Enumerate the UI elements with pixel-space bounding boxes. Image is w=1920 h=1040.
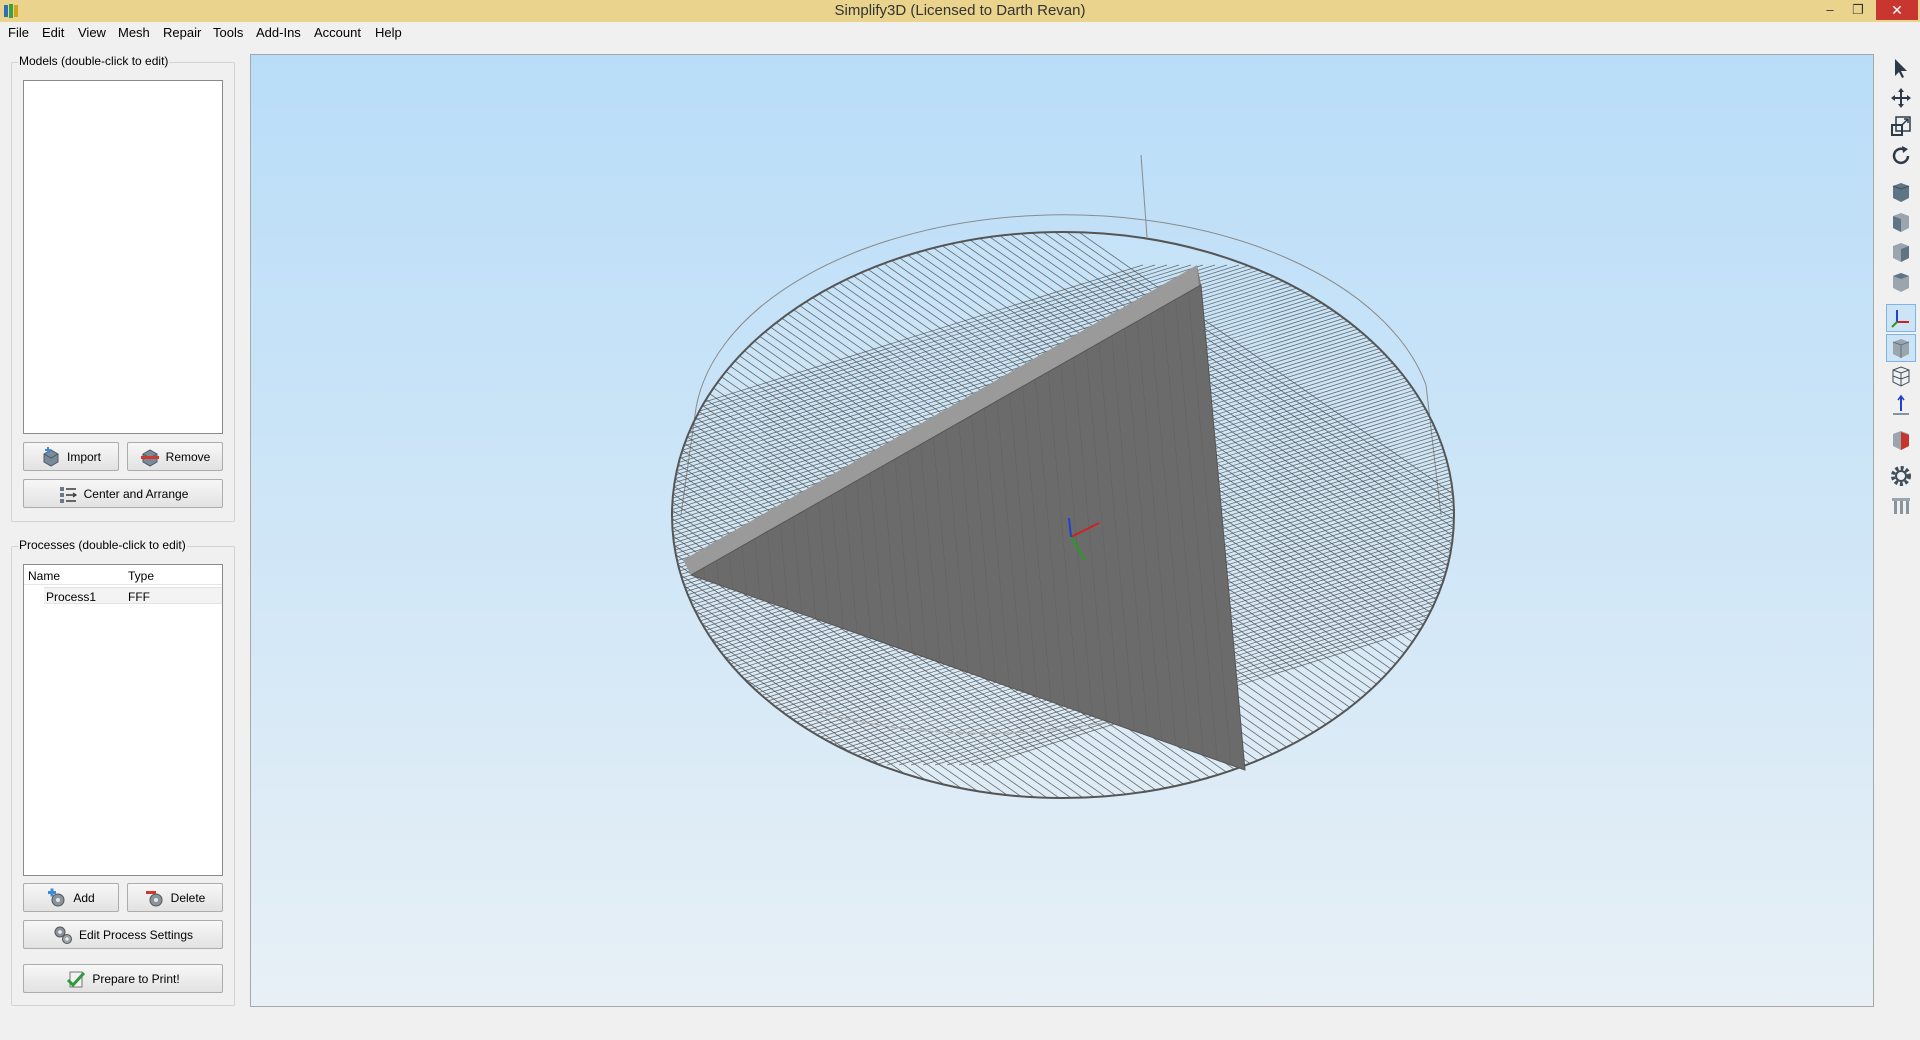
remove-icon <box>140 448 159 467</box>
menu-edit[interactable]: Edit <box>42 25 64 40</box>
window-title: Simplify3D (Licensed to Darth Revan) <box>834 2 1086 19</box>
edit-process-settings-button[interactable]: Edit Process Settings <box>23 920 223 949</box>
select-tool-icon <box>1895 59 1907 78</box>
process-name: Process1 <box>46 590 97 604</box>
show-toolpath-button[interactable] <box>1886 392 1916 420</box>
title-bar: Simplify3D (Licensed to Darth Revan) – ❐… <box>0 0 1920 22</box>
processes-title: Processes (double-click to edit) <box>18 538 187 552</box>
center-arrange-label: Center and Arrange <box>83 486 189 501</box>
view-front-button[interactable] <box>1886 208 1916 236</box>
show-axes-button[interactable] <box>1886 304 1916 332</box>
wireframe-view-icon <box>1892 366 1910 387</box>
move-tool-icon <box>1891 88 1911 108</box>
prepare-to-print-label: Prepare to Print! <box>92 971 180 986</box>
processes-list[interactable]: Name Type Process1 FFF <box>23 564 223 876</box>
wireframe-view-button[interactable] <box>1886 362 1916 390</box>
remove-label: Remove <box>165 449 211 464</box>
remove-button[interactable]: Remove <box>127 442 223 471</box>
close-button[interactable]: ✕ <box>1876 0 1918 20</box>
build-volume-scene <box>671 154 1455 799</box>
view-default-icon <box>1892 183 1910 202</box>
move-tool-button[interactable] <box>1886 84 1916 112</box>
rotate-tool-button[interactable] <box>1886 142 1916 170</box>
menu-repair[interactable]: Repair <box>163 25 201 40</box>
process-row[interactable]: Process1 FFF <box>44 587 222 604</box>
column-header-type[interactable]: Type <box>128 569 154 583</box>
import-button[interactable]: Import <box>23 442 119 471</box>
show-axes-icon <box>1891 310 1909 328</box>
gears-icon <box>54 926 72 944</box>
delete-process-label: Delete <box>170 890 206 905</box>
supports-icon <box>1892 498 1910 514</box>
supports-button[interactable] <box>1886 492 1916 520</box>
3d-viewport[interactable] <box>250 54 1874 1007</box>
menu-help[interactable]: Help <box>375 25 402 40</box>
show-toolpath-icon <box>1893 394 1909 415</box>
cross-section-button[interactable] <box>1886 426 1916 454</box>
view-front-icon <box>1893 213 1909 232</box>
center-arrange-button[interactable]: Center and Arrange <box>23 479 223 508</box>
prepare-to-print-button[interactable]: Prepare to Print! <box>23 964 223 993</box>
checkmark-icon <box>67 971 86 987</box>
settings-button[interactable] <box>1886 462 1916 490</box>
settings-icon <box>1891 466 1911 486</box>
solid-view-button[interactable] <box>1886 334 1916 362</box>
cross-section-icon <box>1893 431 1909 450</box>
rotate-tool-icon <box>1892 146 1910 165</box>
center-arrange-icon <box>59 486 77 503</box>
view-side-icon <box>1893 243 1909 262</box>
column-header-name[interactable]: Name <box>28 569 60 583</box>
models-list[interactable] <box>23 80 223 434</box>
view-toolbar <box>1884 54 1918 534</box>
menu-bar: File Edit View Mesh Repair Tools Add-Ins… <box>0 22 1920 44</box>
import-icon <box>43 446 59 467</box>
view-top-button[interactable] <box>1886 268 1916 296</box>
view-side-button[interactable] <box>1886 238 1916 266</box>
menu-view[interactable]: View <box>78 25 106 40</box>
menu-add-ins[interactable]: Add-Ins <box>256 25 301 40</box>
add-process-label: Add <box>73 890 95 905</box>
delete-process-icon <box>145 890 163 906</box>
maximize-button[interactable]: ❐ <box>1844 0 1872 20</box>
delete-process-button[interactable]: Delete <box>127 883 223 912</box>
scale-tool-icon <box>1891 116 1911 136</box>
menu-mesh[interactable]: Mesh <box>118 25 150 40</box>
view-top-icon <box>1893 273 1909 292</box>
solid-view-icon <box>1892 339 1910 358</box>
menu-tools[interactable]: Tools <box>213 25 243 40</box>
process-type: FFF <box>128 590 150 604</box>
select-tool-button[interactable] <box>1886 54 1916 82</box>
add-process-button[interactable]: Add <box>23 883 119 912</box>
processes-list-header: Name Type <box>24 565 222 585</box>
add-process-icon <box>48 888 65 906</box>
models-title: Models (double-click to edit) <box>18 54 170 68</box>
view-default-button[interactable] <box>1886 178 1916 206</box>
menu-file[interactable]: File <box>8 25 29 40</box>
minimize-button[interactable]: – <box>1816 0 1844 20</box>
scale-tool-button[interactable] <box>1886 112 1916 140</box>
edit-process-settings-label: Edit Process Settings <box>78 927 194 942</box>
menu-account[interactable]: Account <box>314 25 361 40</box>
import-label: Import <box>66 449 101 464</box>
